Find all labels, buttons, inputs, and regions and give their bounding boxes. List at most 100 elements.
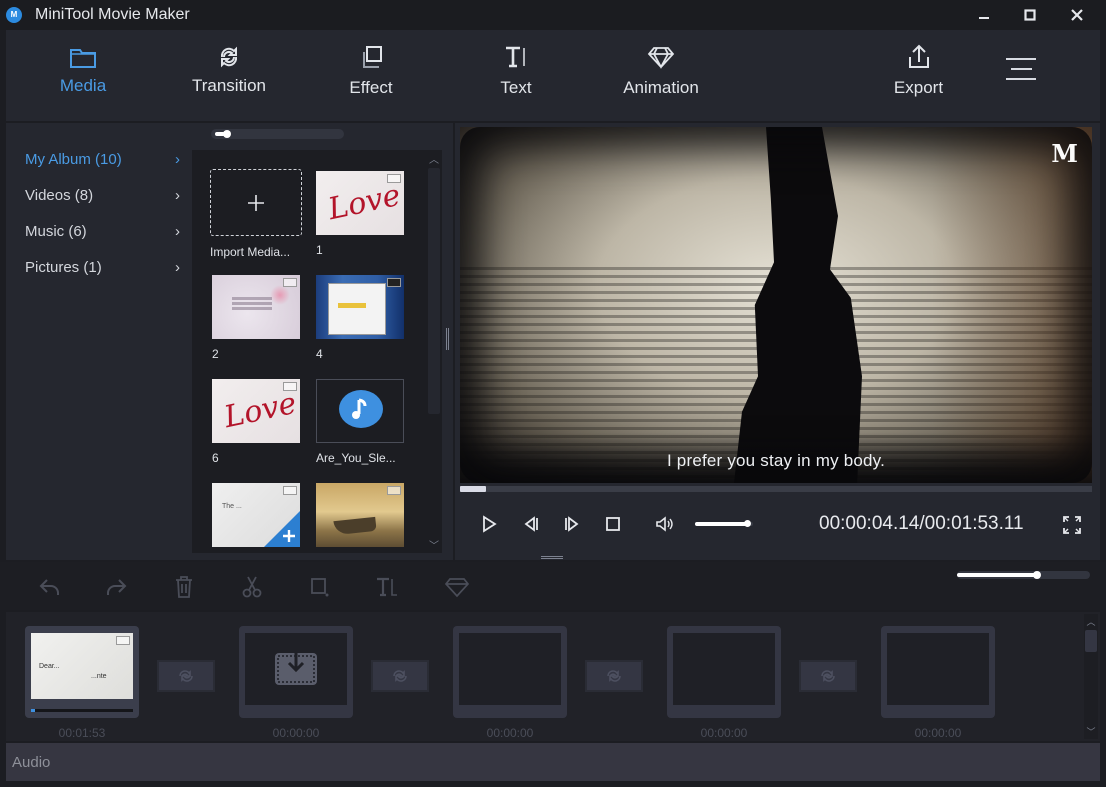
plus-icon <box>248 194 264 211</box>
media-grid: Import Media... Love 1 2 4 Love 6 Are_Yo… <box>192 150 442 553</box>
timeline-empty-slot[interactable] <box>881 626 995 718</box>
effect-icon <box>363 46 382 68</box>
seek-bar[interactable] <box>460 486 1092 492</box>
stop-button[interactable] <box>601 512 625 536</box>
edit-toolbar <box>0 562 1106 610</box>
tab-transition[interactable]: Transition <box>184 30 274 121</box>
zoom-slider-fill <box>957 573 1037 577</box>
timeline-scrollbar[interactable]: ︿ ﹀ <box>1084 614 1098 739</box>
fullscreen-icon <box>1063 516 1081 534</box>
panel-splitter-horizontal[interactable] <box>541 556 563 559</box>
undo-icon <box>39 579 59 595</box>
scroll-down-icon[interactable]: ﹀ <box>1084 725 1098 738</box>
sidebar-item-videos[interactable]: Videos (8) › <box>25 187 180 211</box>
drop-media-icon <box>275 650 317 685</box>
transition-slot[interactable] <box>371 660 429 692</box>
zoom-slider-knob[interactable] <box>1032 571 1041 579</box>
tab-effect[interactable]: Effect <box>336 30 406 121</box>
media-grid-scrollbar[interactable]: ︿ ﹀ <box>427 150 441 553</box>
close-icon <box>1071 9 1083 21</box>
undo-button[interactable] <box>37 574 63 600</box>
split-button[interactable] <box>239 574 265 600</box>
redo-button[interactable] <box>103 574 129 600</box>
transition-slot[interactable] <box>157 660 215 692</box>
close-button[interactable] <box>1062 4 1092 26</box>
title-bar: M MiniTool Movie Maker <box>0 0 1106 30</box>
previous-frame-button[interactable] <box>519 512 543 536</box>
import-media-button[interactable]: Import Media... <box>210 169 302 259</box>
timeline-clip[interactable]: Dear... ...nte <box>25 626 139 718</box>
tab-text[interactable]: Text <box>486 30 546 121</box>
panel-splitter-vertical[interactable] <box>446 328 449 350</box>
clip-duration: 00:00:00 <box>486 726 534 740</box>
volume-slider[interactable] <box>695 520 753 528</box>
play-button[interactable] <box>477 512 501 536</box>
timeline-empty-slot[interactable] <box>667 626 781 718</box>
sidebar-item-music[interactable]: Music (6) › <box>25 223 180 247</box>
clip-placeholder <box>887 633 989 705</box>
scissors-icon <box>242 576 262 598</box>
volume-button[interactable] <box>652 512 676 536</box>
minimize-button[interactable] <box>969 4 999 26</box>
music-note-icon <box>339 390 383 428</box>
media-item[interactable]: 4 <box>316 275 408 361</box>
sidebar-item-my-album[interactable]: My Album (10) › <box>25 151 180 175</box>
media-item[interactable] <box>316 483 408 547</box>
clip-duration: 00:00:00 <box>700 726 748 740</box>
media-item[interactable]: The ... <box>212 483 304 547</box>
next-frame-icon <box>565 516 579 532</box>
maximize-button[interactable] <box>1015 4 1045 26</box>
animation-button[interactable] <box>444 574 470 600</box>
sidebar-item-pictures[interactable]: Pictures (1) › <box>25 259 180 283</box>
media-item[interactable]: 2 <box>212 275 304 361</box>
chevron-right-icon: › <box>175 187 180 204</box>
scrollbar-thumb[interactable] <box>428 168 440 414</box>
audio-track[interactable]: Audio <box>6 743 1100 781</box>
delete-button[interactable] <box>171 574 197 600</box>
audio-track-label: Audio <box>12 754 51 771</box>
video-preview[interactable]: M I prefer you stay in my body. <box>460 127 1092 483</box>
scroll-up-icon[interactable]: ︿ <box>427 151 441 166</box>
timeline-zoom-slider[interactable] <box>957 571 1090 579</box>
thumbnail-size-slider[interactable] <box>211 129 344 139</box>
sidebar-item-label: My Album (10) <box>25 151 122 168</box>
scroll-down-icon[interactable]: ﹀ <box>427 537 441 552</box>
next-frame-button[interactable] <box>560 512 584 536</box>
tab-text-label: Text <box>500 78 532 97</box>
video-badge-icon <box>387 174 401 183</box>
hamburger-menu-icon[interactable] <box>1006 58 1036 84</box>
slider-knob[interactable] <box>223 130 231 138</box>
tab-media[interactable]: Media <box>48 30 118 121</box>
tab-animation[interactable]: Animation <box>616 30 706 121</box>
tab-animation-label: Animation <box>623 78 699 97</box>
import-media-tile[interactable] <box>210 169 302 236</box>
media-thumbnail: The ... <box>212 483 300 547</box>
media-item-audio[interactable]: Are_You_Sle... <box>316 379 408 465</box>
media-thumbnail <box>316 379 404 443</box>
add-text-button[interactable] <box>374 574 400 600</box>
scrollbar-thumb[interactable] <box>1085 630 1097 652</box>
transition-slot[interactable] <box>585 660 643 692</box>
media-item[interactable]: Love 6 <box>212 379 304 465</box>
tab-media-label: Media <box>59 76 107 95</box>
window-title: MiniTool Movie Maker <box>35 6 190 23</box>
timeline-drop-slot[interactable] <box>239 626 353 718</box>
add-to-timeline-icon[interactable] <box>282 529 296 543</box>
export-button[interactable]: Export <box>886 30 951 121</box>
chevron-right-icon: › <box>175 223 180 240</box>
previous-frame-icon <box>524 516 538 532</box>
seek-bar-progress[interactable] <box>460 486 486 492</box>
clip-duration: 00:01:53 <box>58 726 106 740</box>
media-item[interactable]: Love 1 <box>316 171 408 257</box>
fullscreen-button[interactable] <box>1061 514 1083 536</box>
tab-effect-label: Effect <box>349 78 393 97</box>
transition-slot[interactable] <box>799 660 857 692</box>
crop-button[interactable] <box>306 574 332 600</box>
trash-icon <box>176 576 192 598</box>
redo-icon <box>107 579 127 595</box>
timeline-empty-slot[interactable] <box>453 626 567 718</box>
video-badge-icon <box>387 486 401 495</box>
text-icon <box>377 577 397 597</box>
watermark-logo: M <box>1051 139 1078 168</box>
scroll-up-icon[interactable]: ︿ <box>1084 615 1098 628</box>
